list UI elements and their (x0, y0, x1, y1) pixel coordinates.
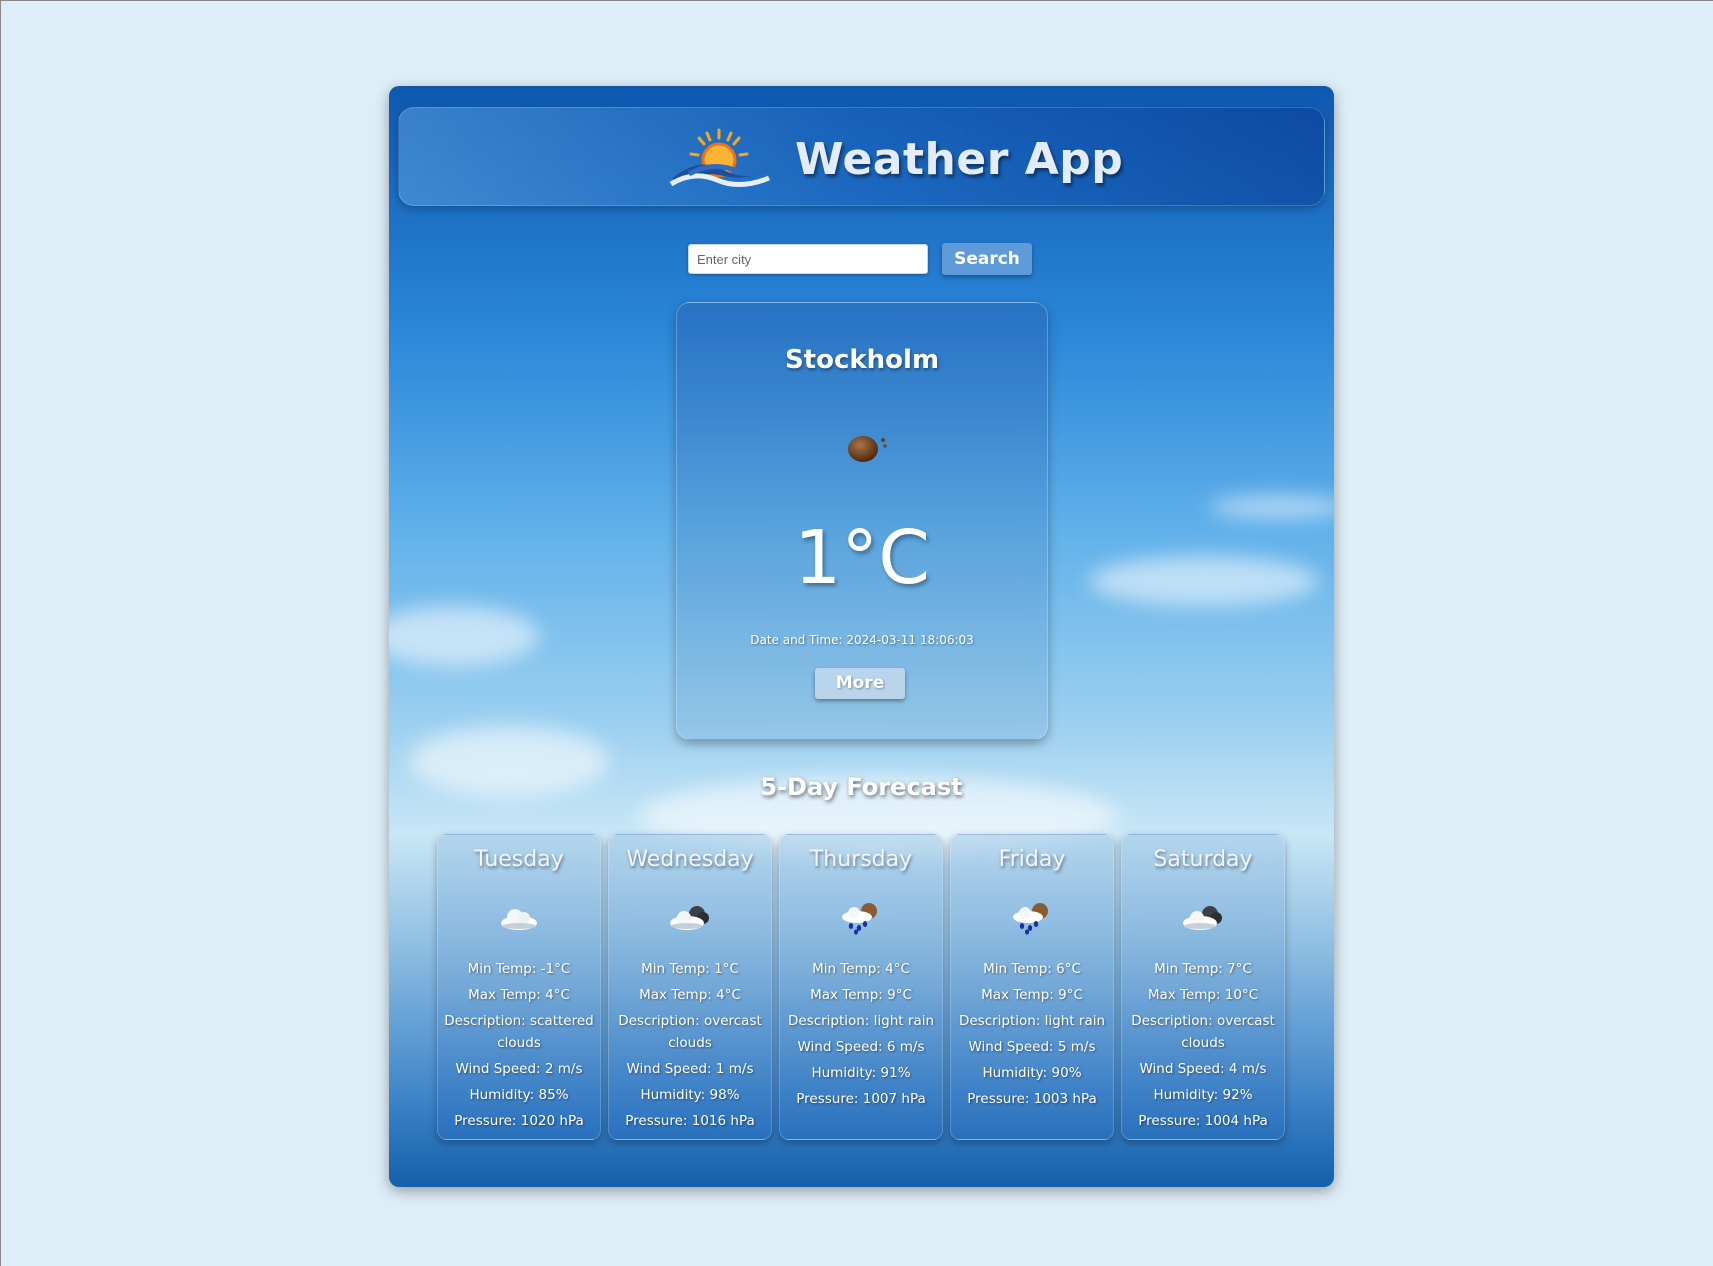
sun-over-waves-icon (669, 128, 773, 187)
description: Description: overcast clouds (618, 1013, 762, 1051)
min-temp: Min Temp: 7°C (1154, 961, 1252, 977)
day-details: Min Temp: -1°C Max Temp: 4°C Description… (444, 958, 594, 1136)
day-details: Min Temp: 4°C Max Temp: 9°C Description:… (786, 958, 936, 1114)
current-temperature: 1°C (794, 515, 930, 601)
pressure: Pressure: 1016 hPa (625, 1113, 755, 1129)
forecast-day-card: Wednesday Min Temp: 1°C Max Temp: 4°C De… (608, 834, 772, 1140)
pressure: Pressure: 1003 hPa (967, 1091, 1097, 1107)
current-weather-card: Stockholm 1°C Date and Time: 2024-03-11 … (676, 302, 1048, 740)
background-cloud (1089, 556, 1319, 606)
light-rain-icon (1013, 903, 1048, 935)
forecast-day-card: Saturday Min Temp: 7°C Max Temp: 10°C De… (1121, 834, 1285, 1140)
humidity: Humidity: 85% (469, 1087, 569, 1103)
min-temp: Min Temp: 4°C (812, 961, 910, 977)
humidity: Humidity: 98% (640, 1087, 740, 1103)
forecast-day-card: Friday Min Temp: 6°C Max Temp: 9°C Descr… (950, 834, 1114, 1140)
day-name: Friday (998, 847, 1066, 872)
max-temp: Max Temp: 9°C (981, 987, 1083, 1003)
weather-app-panel: Weather App Search Stockholm 1°C Date an… (389, 86, 1334, 1187)
min-temp: Min Temp: -1°C (467, 961, 571, 977)
max-temp: Max Temp: 10°C (1147, 987, 1259, 1003)
day-details: Min Temp: 6°C Max Temp: 9°C Description:… (957, 958, 1107, 1114)
forecast-list: Tuesday Min Temp: -1°C Max Temp: 4°C Des… (437, 834, 1287, 1140)
wind-speed: Wind Speed: 4 m/s (1139, 1061, 1267, 1077)
background-cloud (1209, 496, 1334, 518)
background-cloud (389, 606, 539, 666)
description: Description: light rain (958, 1013, 1106, 1029)
min-temp: Min Temp: 6°C (983, 961, 1081, 977)
description: Description: light rain (787, 1013, 935, 1029)
day-details: Min Temp: 1°C Max Temp: 4°C Description:… (615, 958, 765, 1136)
day-name: Saturday (1153, 847, 1253, 872)
wind-speed: Wind Speed: 5 m/s (968, 1039, 1096, 1055)
city-name: Stockholm (784, 345, 940, 375)
description: Description: overcast clouds (1131, 1013, 1275, 1051)
city-search-input[interactable] (688, 244, 928, 274)
day-name: Tuesday (474, 847, 564, 872)
day-details: Min Temp: 7°C Max Temp: 10°C Description… (1128, 958, 1278, 1136)
max-temp: Max Temp: 9°C (810, 987, 912, 1003)
wind-speed: Wind Speed: 6 m/s (797, 1039, 925, 1055)
day-name: Wednesday (626, 847, 754, 872)
more-button[interactable]: More (815, 668, 905, 699)
min-temp: Min Temp: 1°C (641, 961, 739, 977)
forecast-day-card: Tuesday Min Temp: -1°C Max Temp: 4°C Des… (437, 834, 601, 1140)
date-time-label: Date and Time: 2024-03-11 18:06:03 (750, 633, 974, 647)
humidity: Humidity: 90% (982, 1065, 1082, 1081)
humidity: Humidity: 92% (1153, 1087, 1253, 1103)
pressure: Pressure: 1007 hPa (796, 1091, 926, 1107)
search-button[interactable]: Search (942, 243, 1032, 275)
description: Description: scattered clouds (444, 1013, 594, 1051)
forecast-title: 5-Day Forecast (760, 773, 963, 801)
humidity: Humidity: 91% (811, 1065, 911, 1081)
forecast-day-card: Thursday Min Temp: 4°C Max Temp: 9°C Des… (779, 834, 943, 1140)
app-title: Weather App (795, 134, 1124, 185)
overcast-clouds-icon (670, 906, 709, 930)
pressure: Pressure: 1004 hPa (1138, 1113, 1268, 1129)
cloud-icon (501, 909, 537, 930)
moon-clouds-icon (848, 436, 887, 462)
wind-speed: Wind Speed: 2 m/s (455, 1061, 583, 1077)
max-temp: Max Temp: 4°C (639, 987, 741, 1003)
light-rain-icon (842, 903, 877, 935)
max-temp: Max Temp: 4°C (468, 987, 570, 1003)
overcast-clouds-icon (1183, 906, 1222, 930)
wind-speed: Wind Speed: 1 m/s (626, 1061, 754, 1077)
day-name: Thursday (809, 847, 913, 872)
pressure: Pressure: 1020 hPa (454, 1113, 584, 1129)
app-header: Weather App (398, 107, 1325, 206)
